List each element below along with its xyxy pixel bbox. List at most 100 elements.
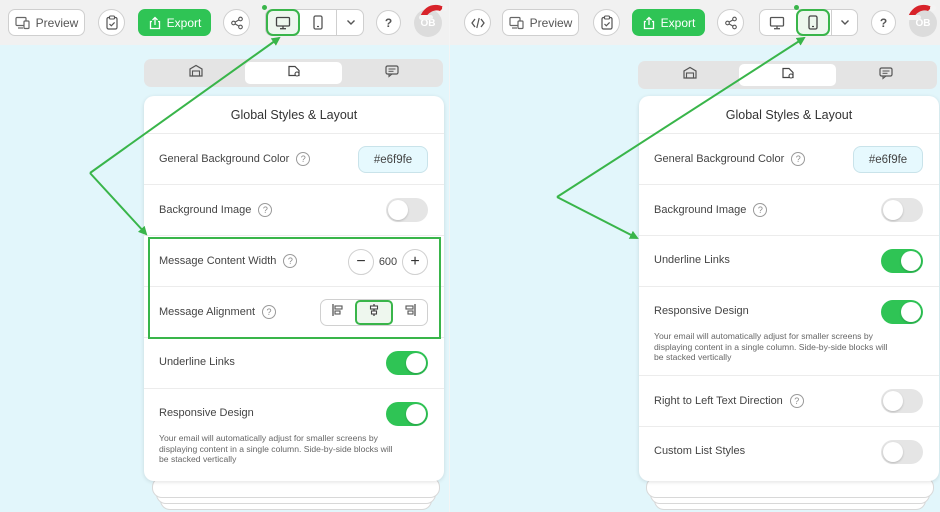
comments-tab-icon xyxy=(384,64,400,83)
tab-comments[interactable] xyxy=(837,64,934,86)
responsive-design-toggle[interactable] xyxy=(386,402,428,426)
tab-styles[interactable] xyxy=(245,62,342,84)
highlight-box xyxy=(148,237,441,339)
top-toolbar: Preview Export ? OB xyxy=(0,0,450,45)
export-label: Export xyxy=(166,15,202,30)
selected-device-indicator xyxy=(262,5,267,10)
rtl-row: Right to Left Text Direction ? xyxy=(639,376,939,427)
rtl-toggle[interactable] xyxy=(881,389,923,413)
responsive-design-description: Your email will automatically adjust for… xyxy=(654,331,888,362)
content-tab-icon xyxy=(188,64,204,83)
background-image-label: Background Image xyxy=(159,204,252,216)
underline-links-label: Underline Links xyxy=(654,254,730,266)
mobile-icon xyxy=(808,15,818,30)
mobile-icon xyxy=(313,15,323,30)
device-dropdown-button[interactable] xyxy=(831,10,858,35)
share-icon xyxy=(230,16,244,30)
underline-links-toggle[interactable] xyxy=(881,249,923,273)
help-button[interactable]: ? xyxy=(871,10,896,35)
panel-title: Global Styles & Layout xyxy=(639,96,939,134)
help-icon: ? xyxy=(879,15,888,30)
preview-label: Preview xyxy=(529,15,573,30)
responsive-design-label: Responsive Design xyxy=(159,407,254,419)
preview-icon xyxy=(15,16,31,30)
device-dropdown-button[interactable] xyxy=(336,10,364,35)
preview-button[interactable]: Preview xyxy=(502,9,579,36)
preview-icon xyxy=(509,16,525,30)
clipboard-check-icon xyxy=(105,15,119,30)
sidebar-tab-bar xyxy=(144,59,443,87)
desktop-icon xyxy=(275,16,291,30)
help-icon[interactable]: ? xyxy=(753,203,768,217)
mobile-view-button[interactable] xyxy=(796,9,830,36)
export-button[interactable]: Export xyxy=(632,9,705,36)
background-image-toggle[interactable] xyxy=(386,198,428,222)
responsive-design-row: Responsive Design Your email will automa… xyxy=(144,389,444,481)
custom-list-toggle[interactable] xyxy=(881,440,923,464)
help-icon: ? xyxy=(384,15,393,30)
help-icon[interactable]: ? xyxy=(789,394,804,408)
underline-links-toggle[interactable] xyxy=(386,351,428,375)
preview-label: Preview xyxy=(35,15,79,30)
help-icon[interactable]: ? xyxy=(791,152,806,166)
panel-title: Global Styles & Layout xyxy=(144,96,444,134)
responsive-design-description: Your email will automatically adjust for… xyxy=(159,433,393,464)
mobile-view-screenshot: Preview Export ? OB Global Styles & Layo… xyxy=(450,0,940,512)
tab-content[interactable] xyxy=(641,64,738,86)
upload-icon xyxy=(642,16,656,30)
comments-tab-icon xyxy=(878,66,894,85)
tab-content[interactable] xyxy=(147,62,244,84)
responsive-design-row: Responsive Design Your email will automa… xyxy=(639,287,939,376)
top-toolbar: Preview Export ? OB xyxy=(450,0,940,45)
styles-tab-icon xyxy=(286,64,302,83)
content-tab-icon xyxy=(682,66,698,85)
santa-hat-icon xyxy=(906,1,938,28)
code-icon xyxy=(470,17,485,29)
help-icon[interactable]: ? xyxy=(296,152,311,166)
underline-links-row: Underline Links xyxy=(639,236,939,287)
chevron-down-icon xyxy=(840,19,850,26)
code-button[interactable] xyxy=(464,9,491,36)
santa-hat-icon xyxy=(418,1,450,28)
desktop-icon xyxy=(769,16,785,30)
desktop-view-button[interactable] xyxy=(761,10,793,35)
background-color-row: General Background Color ? #e6f9fe xyxy=(144,134,444,185)
underline-links-label: Underline Links xyxy=(159,356,235,368)
background-color-input[interactable]: #e6f9fe xyxy=(853,146,923,173)
checklist-button[interactable] xyxy=(593,9,620,36)
export-button[interactable]: Export xyxy=(138,9,211,36)
responsive-design-label: Responsive Design xyxy=(654,305,749,317)
background-image-row: Background Image ? xyxy=(144,185,444,236)
help-button[interactable]: ? xyxy=(376,10,401,35)
background-image-toggle[interactable] xyxy=(881,198,923,222)
desktop-view-button[interactable] xyxy=(266,9,300,36)
tab-comments[interactable] xyxy=(343,62,440,84)
share-button[interactable] xyxy=(717,9,744,36)
background-color-input[interactable]: #e6f9fe xyxy=(358,146,428,173)
checklist-button[interactable] xyxy=(98,9,125,36)
underline-links-row: Underline Links xyxy=(144,338,444,389)
mobile-view-button[interactable] xyxy=(302,10,334,35)
share-icon xyxy=(724,16,738,30)
background-image-label: Background Image xyxy=(654,204,747,216)
styles-tab-icon xyxy=(780,66,796,85)
global-styles-panel: Global Styles & Layout General Backgroun… xyxy=(639,96,939,481)
rtl-label: Right to Left Text Direction xyxy=(654,395,783,407)
sidebar-tab-bar xyxy=(638,61,937,89)
background-color-label: General Background Color xyxy=(654,153,785,165)
custom-list-label: Custom List Styles xyxy=(654,445,746,457)
preview-button[interactable]: Preview xyxy=(8,9,85,36)
export-label: Export xyxy=(660,15,696,30)
background-image-row: Background Image ? xyxy=(639,185,939,236)
custom-list-row: Custom List Styles xyxy=(639,427,939,478)
clipboard-check-icon xyxy=(600,15,614,30)
background-color-row: General Background Color ? #e6f9fe xyxy=(639,134,939,185)
help-icon[interactable]: ? xyxy=(258,203,273,217)
upload-icon xyxy=(148,16,162,30)
responsive-design-toggle[interactable] xyxy=(881,300,923,324)
share-button[interactable] xyxy=(223,9,250,36)
tab-styles[interactable] xyxy=(739,64,836,86)
background-color-label: General Background Color xyxy=(159,153,290,165)
desktop-view-screenshot: Preview Export ? OB Global Styles & Layo… xyxy=(0,0,450,512)
chevron-down-icon xyxy=(346,19,356,26)
